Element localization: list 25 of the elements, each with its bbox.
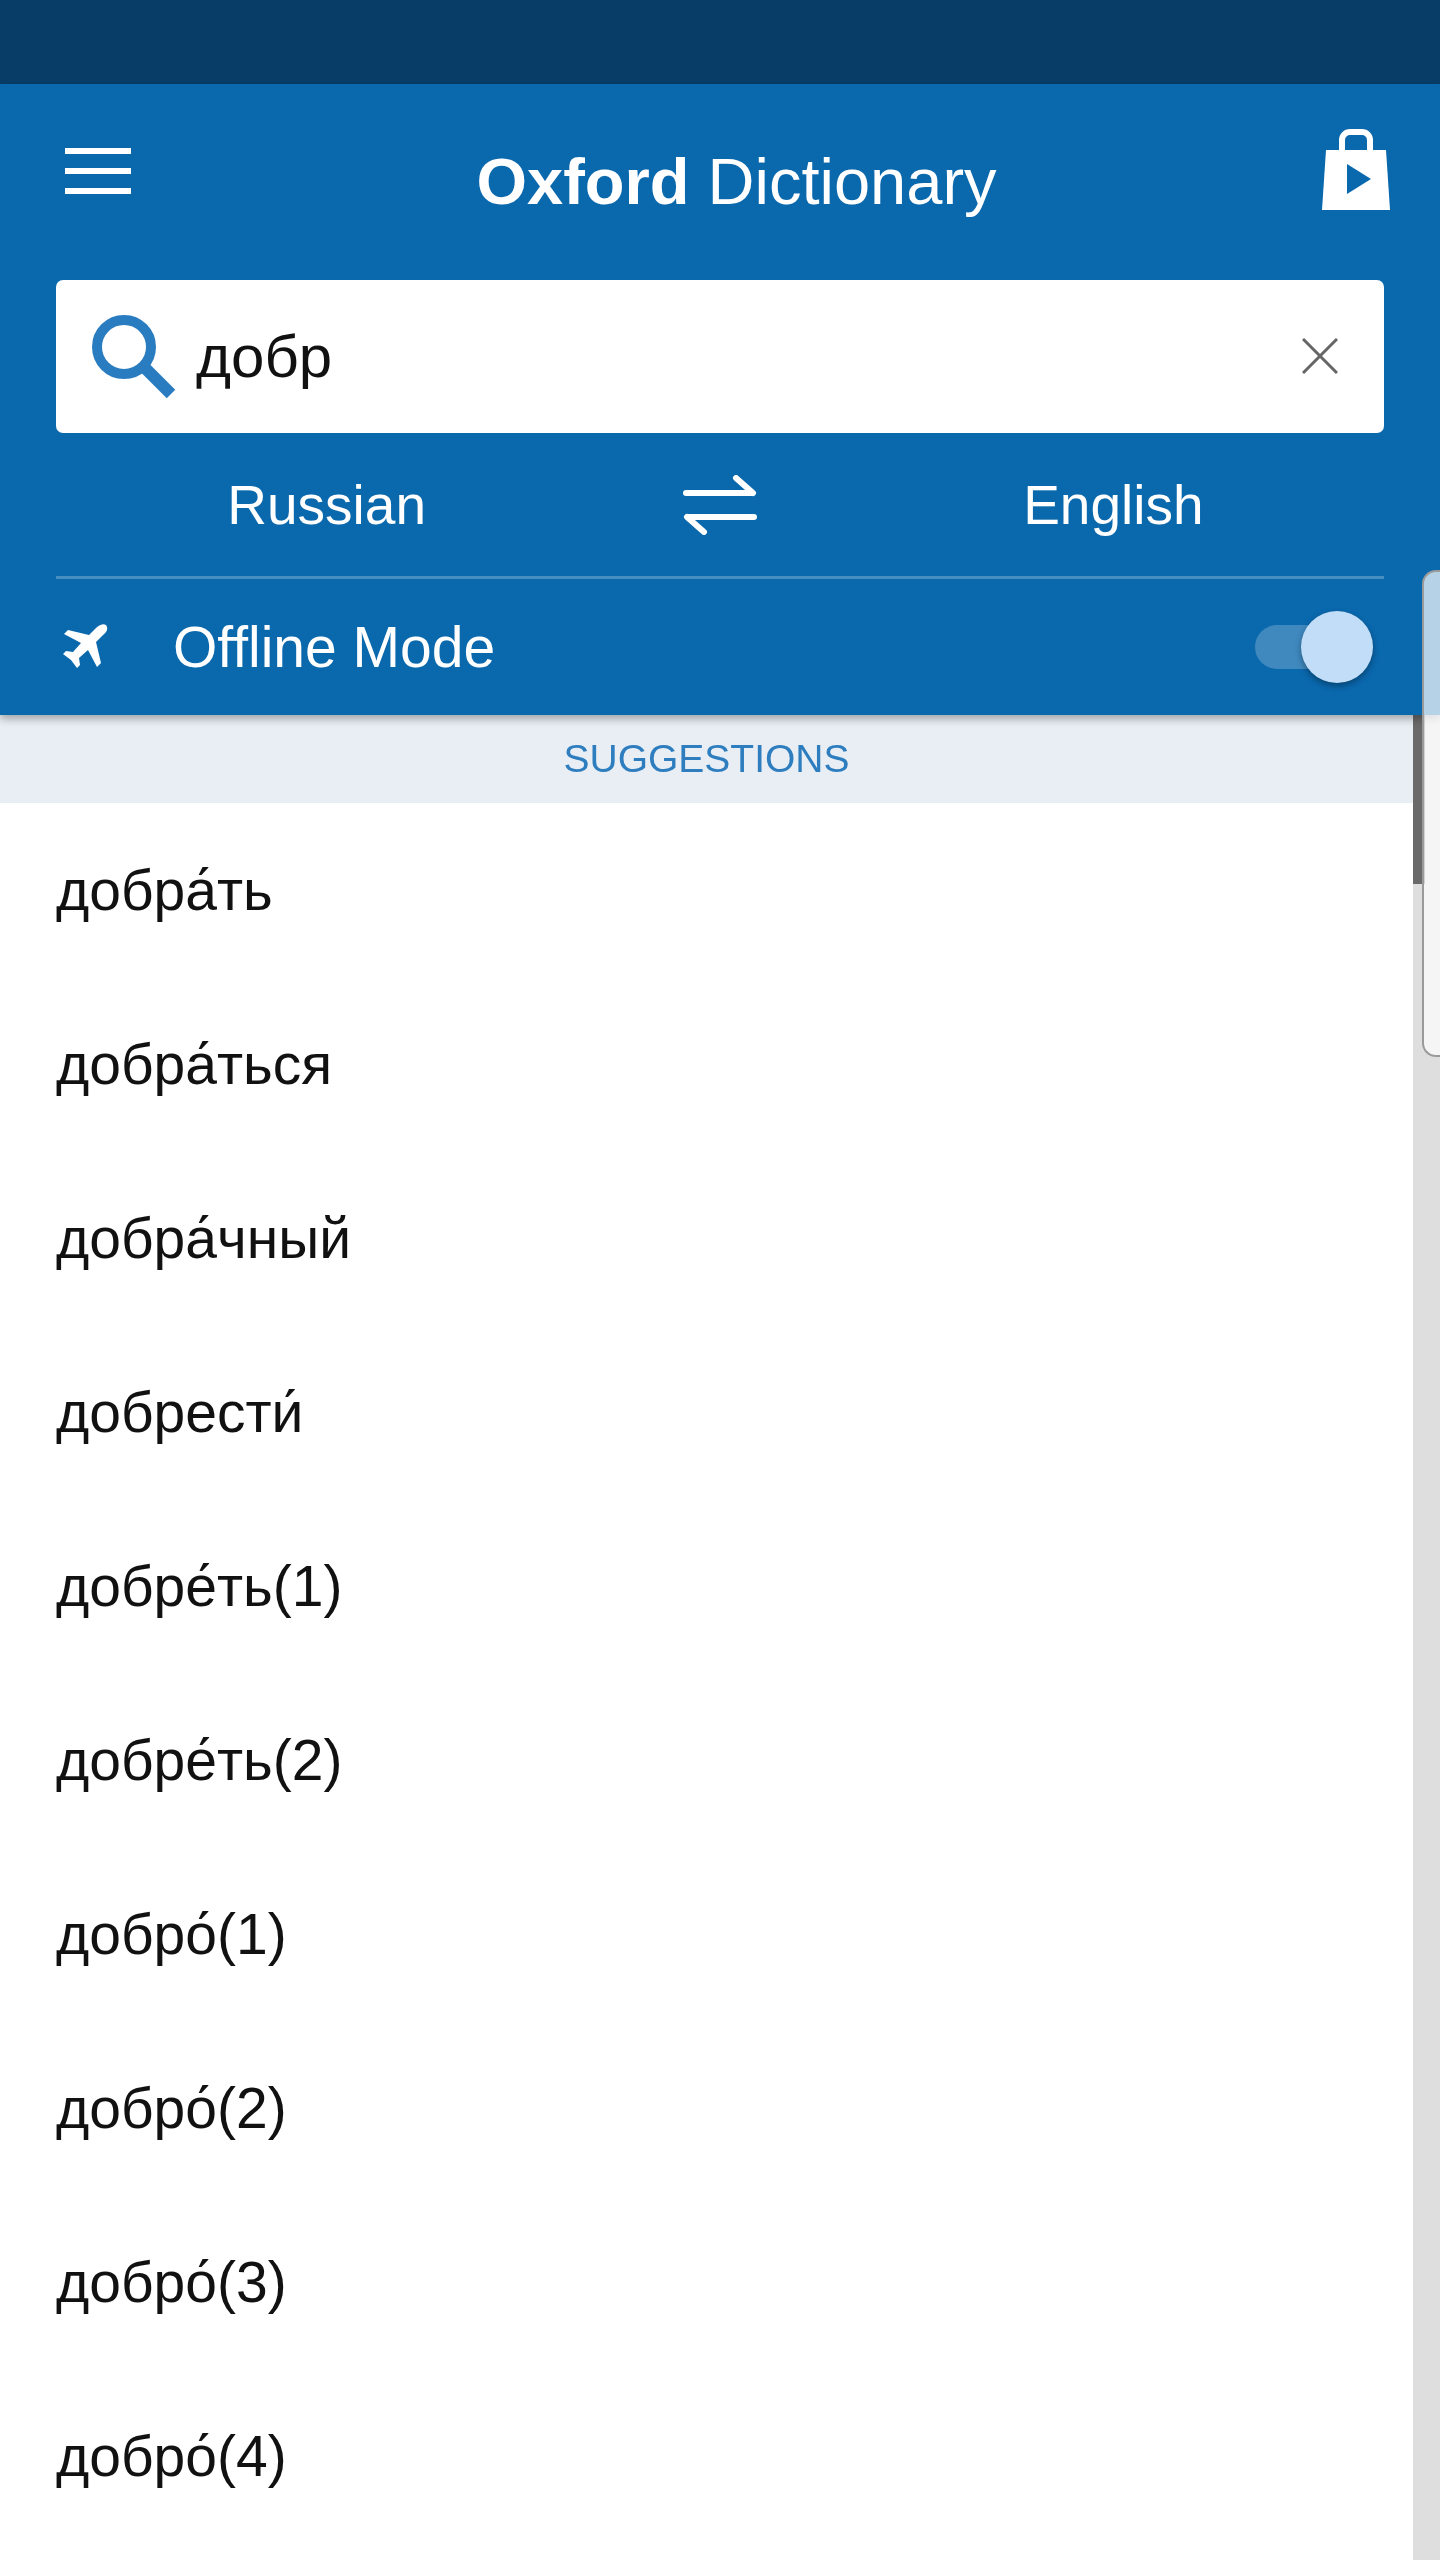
edge-panel-handle[interactable]	[1422, 570, 1440, 1057]
search-icon	[90, 313, 176, 399]
clear-button[interactable]	[1302, 338, 1338, 374]
suggestion-item[interactable]: добро́(4)	[0, 2369, 1413, 2543]
source-language[interactable]: Russian	[227, 472, 426, 537]
menu-icon[interactable]	[65, 148, 131, 194]
section-heading: SUGGESTIONS	[563, 737, 850, 781]
offline-mode-label: Offline Mode	[173, 614, 497, 680]
airplane-icon	[62, 623, 110, 671]
suggestion-item[interactable]: добре́ть(1)	[0, 1499, 1413, 1673]
suggestion-item[interactable]: добра́ть	[0, 803, 1413, 977]
suggestion-item[interactable]: добро́(3)	[0, 2195, 1413, 2369]
target-language[interactable]: English	[1023, 472, 1204, 537]
shopping-bag-icon[interactable]	[1322, 128, 1390, 210]
suggestion-item[interactable]: добро́(2)	[0, 2021, 1413, 2195]
suggestion-item[interactable]: добре́ть(2)	[0, 1673, 1413, 1847]
suggestion-item[interactable]: добро́(1)	[0, 1847, 1413, 2021]
suggestion-item[interactable]: добрести́	[0, 1325, 1413, 1499]
suggestion-item[interactable]: добра́ться	[0, 977, 1413, 1151]
offline-mode-toggle[interactable]	[1255, 611, 1373, 683]
app-title: Oxford Dictionary	[475, 143, 998, 219]
search-field[interactable]: добр	[56, 280, 1384, 433]
swap-arrows-icon[interactable]	[682, 474, 758, 535]
close-icon	[1302, 338, 1338, 374]
suggestion-item[interactable]: добра́чный	[0, 1151, 1413, 1325]
